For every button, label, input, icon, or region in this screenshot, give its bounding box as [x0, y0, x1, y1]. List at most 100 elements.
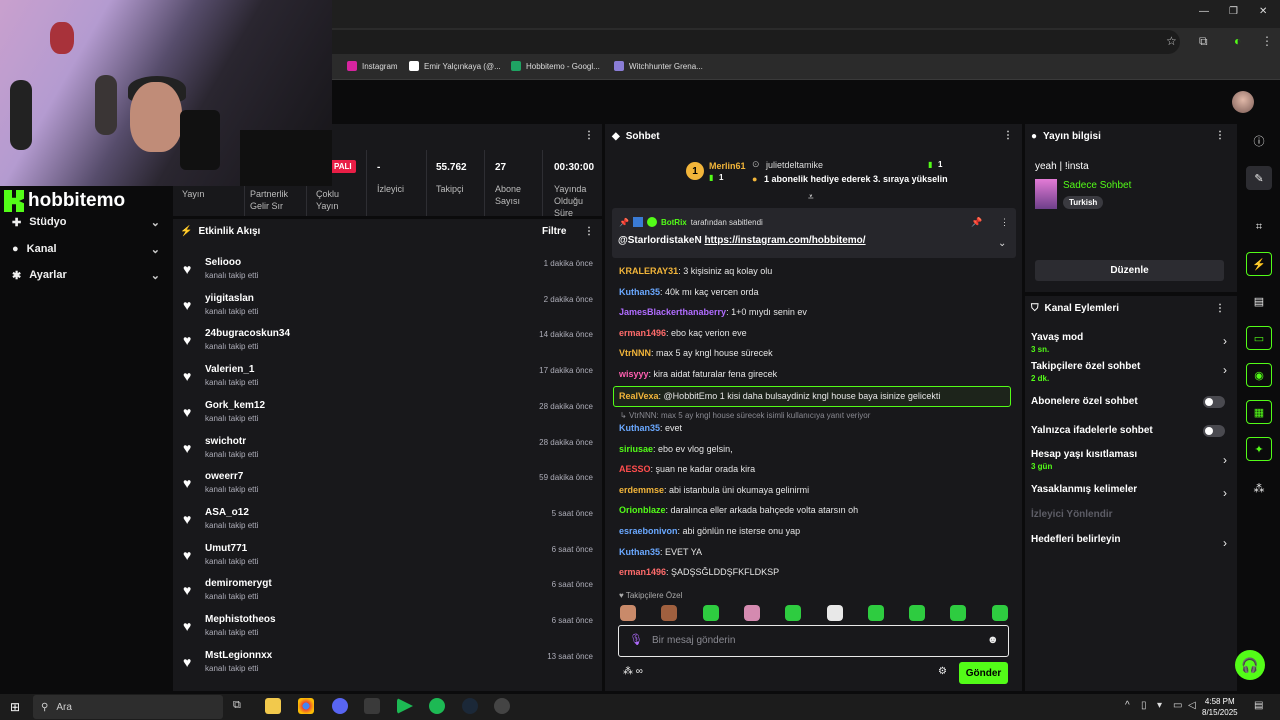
info-icon[interactable]: ⓘ — [1246, 129, 1272, 153]
lightning-icon[interactable]: ⚡ — [1246, 252, 1272, 276]
points-icon[interactable]: ⁂ ∞ — [623, 666, 643, 677]
app-icon[interactable] — [364, 698, 380, 714]
chevron-up-icon[interactable]: ^ — [1125, 700, 1130, 711]
feed-username[interactable]: 24bugracoskun34 — [205, 328, 290, 339]
brand-logo[interactable]: hobbitemo — [4, 189, 125, 213]
feed-item[interactable]: ♥ Seliooo kanalı takip etti 1 dakika önce — [183, 257, 593, 291]
action-followers-only[interactable]: Takipçilere özel sohbet 2 dk. › — [1031, 361, 1227, 383]
steam-icon[interactable] — [462, 698, 478, 714]
emotes-only-toggle[interactable] — [1203, 425, 1225, 437]
feed-username[interactable]: Seliooo — [205, 257, 241, 268]
send-button[interactable]: Gönder — [959, 662, 1008, 684]
expand-icon[interactable]: ⩡ — [808, 192, 814, 203]
feed-username[interactable]: Mephistotheos — [205, 614, 276, 625]
avatar[interactable] — [1232, 91, 1254, 113]
kebab-menu-icon[interactable]: ⋮ — [1003, 130, 1013, 141]
feed-username[interactable]: swichotr — [205, 436, 246, 447]
broadcast-icon[interactable]: ◉ — [1246, 363, 1272, 387]
volume-icon[interactable]: ◁ — [1188, 700, 1196, 711]
star-icon[interactable]: ☆ — [1166, 34, 1177, 48]
edit-button[interactable]: Düzenle — [1035, 260, 1224, 281]
emote-icon[interactable] — [991, 605, 1008, 621]
chat-username[interactable]: esraebonivon — [619, 526, 678, 536]
chat-username[interactable]: RealVexa — [619, 391, 659, 401]
feed-username[interactable]: demiromerygt — [205, 578, 272, 589]
chat-username[interactable]: AESSO — [619, 464, 651, 474]
feed-username[interactable]: Gork_kem12 — [205, 400, 265, 411]
feed-item[interactable]: ♥ swichotr kanalı takip etti 28 dakika önce — [183, 436, 593, 470]
url-field[interactable] — [310, 30, 1180, 54]
chat-username[interactable]: Kuthan35 — [619, 423, 660, 433]
kebab-menu-icon[interactable]: ⋮ — [1000, 217, 1009, 228]
microphone-icon[interactable]: 🎙 — [629, 633, 643, 646]
emote-icon[interactable] — [785, 605, 802, 621]
edit-icon[interactable]: ✎ — [1246, 166, 1272, 190]
pinned-link[interactable]: https://instagram.com/hobbitemo/ — [704, 235, 865, 246]
chrome-icon[interactable] — [298, 698, 314, 714]
task-view-icon[interactable]: ⧉ — [233, 699, 241, 712]
file-explorer-icon[interactable] — [265, 698, 281, 714]
chat-username[interactable]: erdemmse — [619, 485, 664, 495]
gifter-name[interactable]: julietdeltamike — [766, 160, 823, 170]
restore-icon[interactable]: ❐ — [1229, 6, 1238, 17]
discord-icon[interactable] — [332, 698, 348, 714]
action-raid[interactable]: İzleyici Yönlendir — [1031, 509, 1227, 520]
action-slow-mode[interactable]: Yavaş mod 3 sn. › — [1031, 332, 1227, 354]
close-icon[interactable]: ✕ — [1259, 6, 1267, 17]
feed-username[interactable]: ASA_o12 — [205, 507, 249, 518]
kebab-menu-icon[interactable]: ⋮ — [584, 130, 594, 141]
feed-item[interactable]: ♥ Gork_kem12 kanalı takip etti 28 dakika ön… — [183, 400, 593, 434]
chat-username[interactable]: Orionblaze — [619, 505, 666, 515]
feed-item[interactable]: ♥ yiigitaslan kanalı takip etti 2 dakika ön… — [183, 293, 593, 327]
clock[interactable]: 4:58 PM 8/15/2025 — [1202, 696, 1238, 718]
emoji-icon[interactable]: ☻ — [987, 634, 999, 646]
chat-username[interactable]: erman1496 — [619, 328, 666, 338]
chat-username[interactable]: JamesBlackerthanaberry — [619, 307, 726, 317]
sidebar-item-settings[interactable]: ✱ Ayarlar ⌄ — [12, 265, 160, 285]
tag-badge[interactable]: Turkish — [1063, 196, 1104, 209]
gift-cta[interactable]: 1 abonelik hediye ederek 3. sıraya yükse… — [764, 174, 948, 184]
wrench-icon[interactable]: ✦ — [1246, 437, 1272, 461]
gear-icon[interactable]: ⚙ — [938, 666, 947, 677]
subscribers-only-toggle[interactable] — [1203, 396, 1225, 408]
chat-username[interactable]: VtrNNN — [619, 348, 651, 358]
feed-username[interactable]: Valerien_1 — [205, 364, 254, 375]
emote-icon[interactable] — [702, 605, 719, 621]
profile-icon[interactable]: ◐ — [1234, 34, 1241, 48]
feed-username[interactable]: Umut771 — [205, 543, 247, 554]
leader-name[interactable]: Merlin61 — [709, 161, 746, 171]
action-banned-words[interactable]: Yasaklanmış kelimeler › — [1031, 484, 1227, 500]
spotify-icon[interactable] — [429, 698, 445, 714]
chat-username[interactable]: Kuthan35 — [619, 287, 660, 297]
bookmark-instagram[interactable]: Instagram — [347, 61, 398, 71]
emote-icon[interactable] — [661, 605, 678, 621]
emote-icon[interactable] — [867, 605, 884, 621]
crop-icon[interactable]: ⌗ — [1246, 215, 1272, 239]
kebab-menu-icon[interactable]: ⋮ — [1215, 130, 1225, 141]
tray-icon[interactable]: ▯ — [1141, 700, 1147, 711]
chat-username[interactable]: erman1496 — [619, 567, 666, 577]
emote-icon[interactable] — [620, 605, 636, 621]
menu-icon[interactable]: ⋮ — [1261, 34, 1273, 48]
emote-icon[interactable] — [826, 605, 843, 621]
document-icon[interactable]: ▤ — [1246, 289, 1272, 313]
chat-icon[interactable]: ▭ — [1246, 326, 1272, 350]
feed-item[interactable]: ♥ ASA_o12 kanalı takip etti 5 saat önce — [183, 507, 593, 541]
chat-username[interactable]: siriusae — [619, 444, 653, 454]
category-thumbnail[interactable] — [1035, 179, 1057, 209]
bookmark-witchhunter[interactable]: Witchhunter Grena... — [614, 61, 703, 71]
feed-item[interactable]: ♥ Mephistotheos kanalı takip etti 6 saat ön… — [183, 614, 593, 648]
feed-item[interactable]: ♥ demiromerygt kanalı takip etti 6 saat önc… — [183, 578, 593, 612]
chevron-down-icon[interactable]: ⌄ — [998, 238, 1006, 249]
feed-item[interactable]: ♥ oweerr7 kanalı takip etti 59 dakika önce — [183, 471, 593, 505]
action-account-age[interactable]: Hesap yaşı kısıtlaması 3 gün › — [1031, 449, 1227, 471]
support-button[interactable]: 🎧 — [1235, 650, 1265, 680]
feed-item[interactable]: ♥ Umut771 kanalı takip etti 6 saat önce — [183, 543, 593, 577]
feed-item[interactable]: ♥ MstLegionnxx kanalı takip etti 13 saat ön… — [183, 650, 593, 684]
kebab-menu-icon[interactable]: ⋮ — [1215, 303, 1225, 314]
bookmark-x[interactable]: Emir Yalçınkaya (@... — [409, 61, 501, 71]
windows-start-icon[interactable]: ⊞ — [10, 700, 20, 714]
category-name[interactable]: Sadece Sohbet — [1063, 180, 1131, 191]
feed-item[interactable]: ♥ 24bugracoskun34 kanalı takip etti 14 daki… — [183, 328, 593, 362]
chat-username[interactable]: wisyyy — [619, 369, 649, 379]
